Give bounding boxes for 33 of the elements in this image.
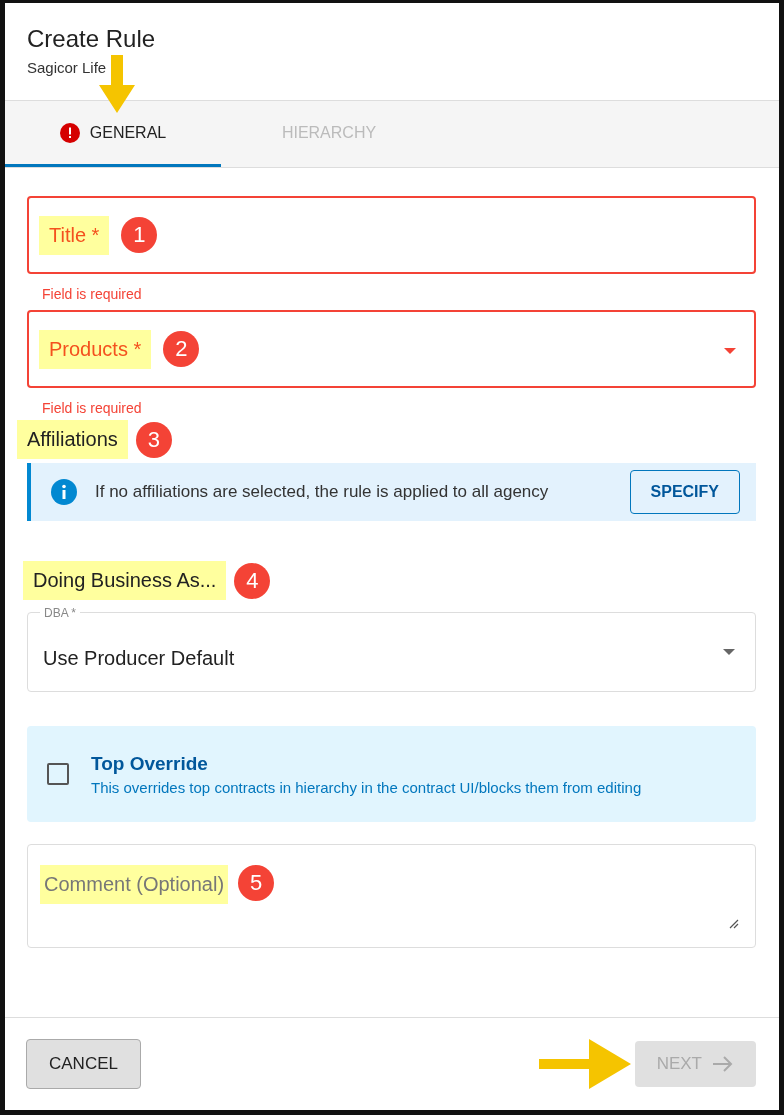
field-label: Products * — [39, 329, 152, 369]
arrow-right-icon — [712, 1056, 734, 1072]
comment-placeholder: Comment (Optional) — [40, 865, 229, 904]
info-text: If no affiliations are selected, the rule is applied to all agency — [95, 482, 550, 502]
override-title: Top Override — [91, 752, 209, 775]
input-field[interactable]: Products * 2 — [27, 310, 756, 388]
select-value: Use Producer Default — [43, 646, 236, 670]
tab[interactable]: GENERAL — [5, 101, 221, 167]
input-field[interactable]: Title * 1 — [27, 196, 756, 274]
error-icon — [59, 122, 80, 143]
number-badge: 1 — [121, 217, 158, 253]
specify-button[interactable]: SPECIFY — [629, 470, 740, 514]
resize-grip-icon — [729, 919, 739, 929]
error-message: Field is required — [41, 399, 143, 418]
dialog-title: Create Rule — [27, 25, 157, 53]
override-description: This overrides top contracts in hierarchy in the contract UI/blocks them from editing — [91, 778, 642, 796]
arrow-right-icon — [538, 1039, 631, 1089]
error-message: Field is required — [41, 285, 143, 304]
section-heading: Affiliations — [17, 420, 128, 459]
field-label: DBA * — [40, 606, 80, 620]
section-heading: Doing Business As... — [23, 561, 227, 600]
caret-icon — [723, 649, 735, 655]
checkbox[interactable] — [47, 763, 69, 785]
number-badge: 3 — [135, 421, 172, 458]
field-label: Title * — [39, 215, 110, 255]
number-badge: 4 — [234, 562, 271, 599]
number-badge: 5 — [238, 865, 275, 901]
dialog-subtitle: Sagicor Life — [27, 59, 108, 76]
comment-field[interactable]: Comment (Optional) 5 — [27, 844, 756, 948]
info-icon — [51, 479, 77, 505]
caret-icon — [724, 348, 736, 354]
number-badge: 2 — [163, 331, 200, 367]
cancel-button[interactable]: CANCEL — [26, 1039, 141, 1089]
